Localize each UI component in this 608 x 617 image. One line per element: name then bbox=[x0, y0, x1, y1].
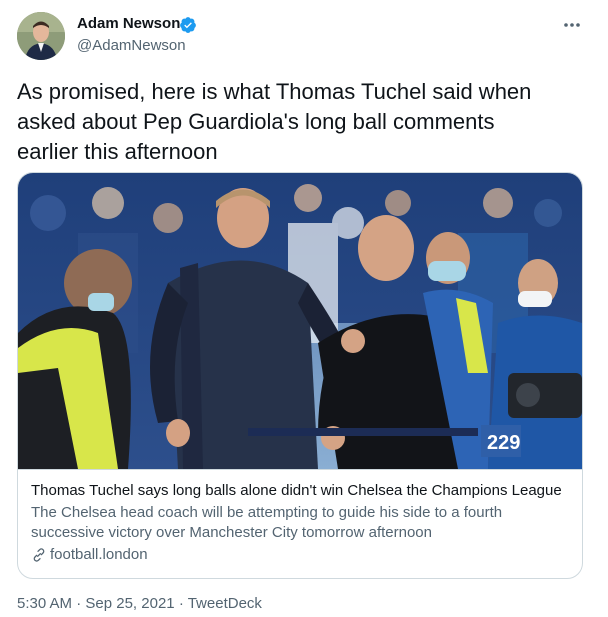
card-domain-row[interactable]: football.london bbox=[31, 546, 148, 563]
tweet: Adam Newson @AdamNewson As promised, her… bbox=[0, 0, 608, 617]
tweet-meta: 5:30 AM · Sep 25, 2021 · TweetDeck bbox=[17, 595, 262, 612]
tweet-text: As promised, here is what Thomas Tuchel … bbox=[17, 77, 592, 167]
more-horizontal-icon[interactable] bbox=[561, 14, 583, 36]
card-description: The Chelsea head coach will be attemptin… bbox=[31, 503, 576, 543]
tweet-text-line: As promised, here is what Thomas Tuchel … bbox=[17, 79, 532, 104]
photo-of-two-football-managers: 229 bbox=[18, 173, 582, 469]
meta-separator: · bbox=[76, 595, 82, 612]
tweet-time[interactable]: 5:30 AM bbox=[17, 595, 72, 612]
card-divider bbox=[18, 469, 582, 470]
avatar[interactable] bbox=[17, 12, 65, 60]
verified-badge-icon bbox=[180, 17, 196, 33]
card-domain: football.london bbox=[50, 546, 148, 563]
tweet-text-line: asked about Pep Guardiola's long ball co… bbox=[17, 109, 495, 134]
link-preview-card[interactable]: 229 Thomas Tuchel says long balls alone … bbox=[17, 172, 583, 579]
card-title[interactable]: Thomas Tuchel says long balls alone didn… bbox=[31, 482, 576, 499]
card-image[interactable]: 229 bbox=[18, 173, 582, 469]
avatar-image bbox=[17, 12, 65, 60]
tweet-source[interactable]: TweetDeck bbox=[188, 595, 262, 612]
tweet-text-line: earlier this afternoon bbox=[17, 139, 218, 164]
link-icon bbox=[33, 547, 45, 562]
display-name[interactable]: Adam Newson bbox=[77, 15, 180, 32]
meta-separator: · bbox=[178, 595, 184, 612]
handle[interactable]: @AdamNewson bbox=[77, 37, 186, 54]
card-description-line: successive victory over Manchester City … bbox=[31, 524, 432, 541]
stand-sign: 229 bbox=[487, 432, 520, 454]
tweet-date[interactable]: Sep 25, 2021 bbox=[85, 595, 174, 612]
card-description-line: The Chelsea head coach will be attemptin… bbox=[31, 504, 503, 521]
